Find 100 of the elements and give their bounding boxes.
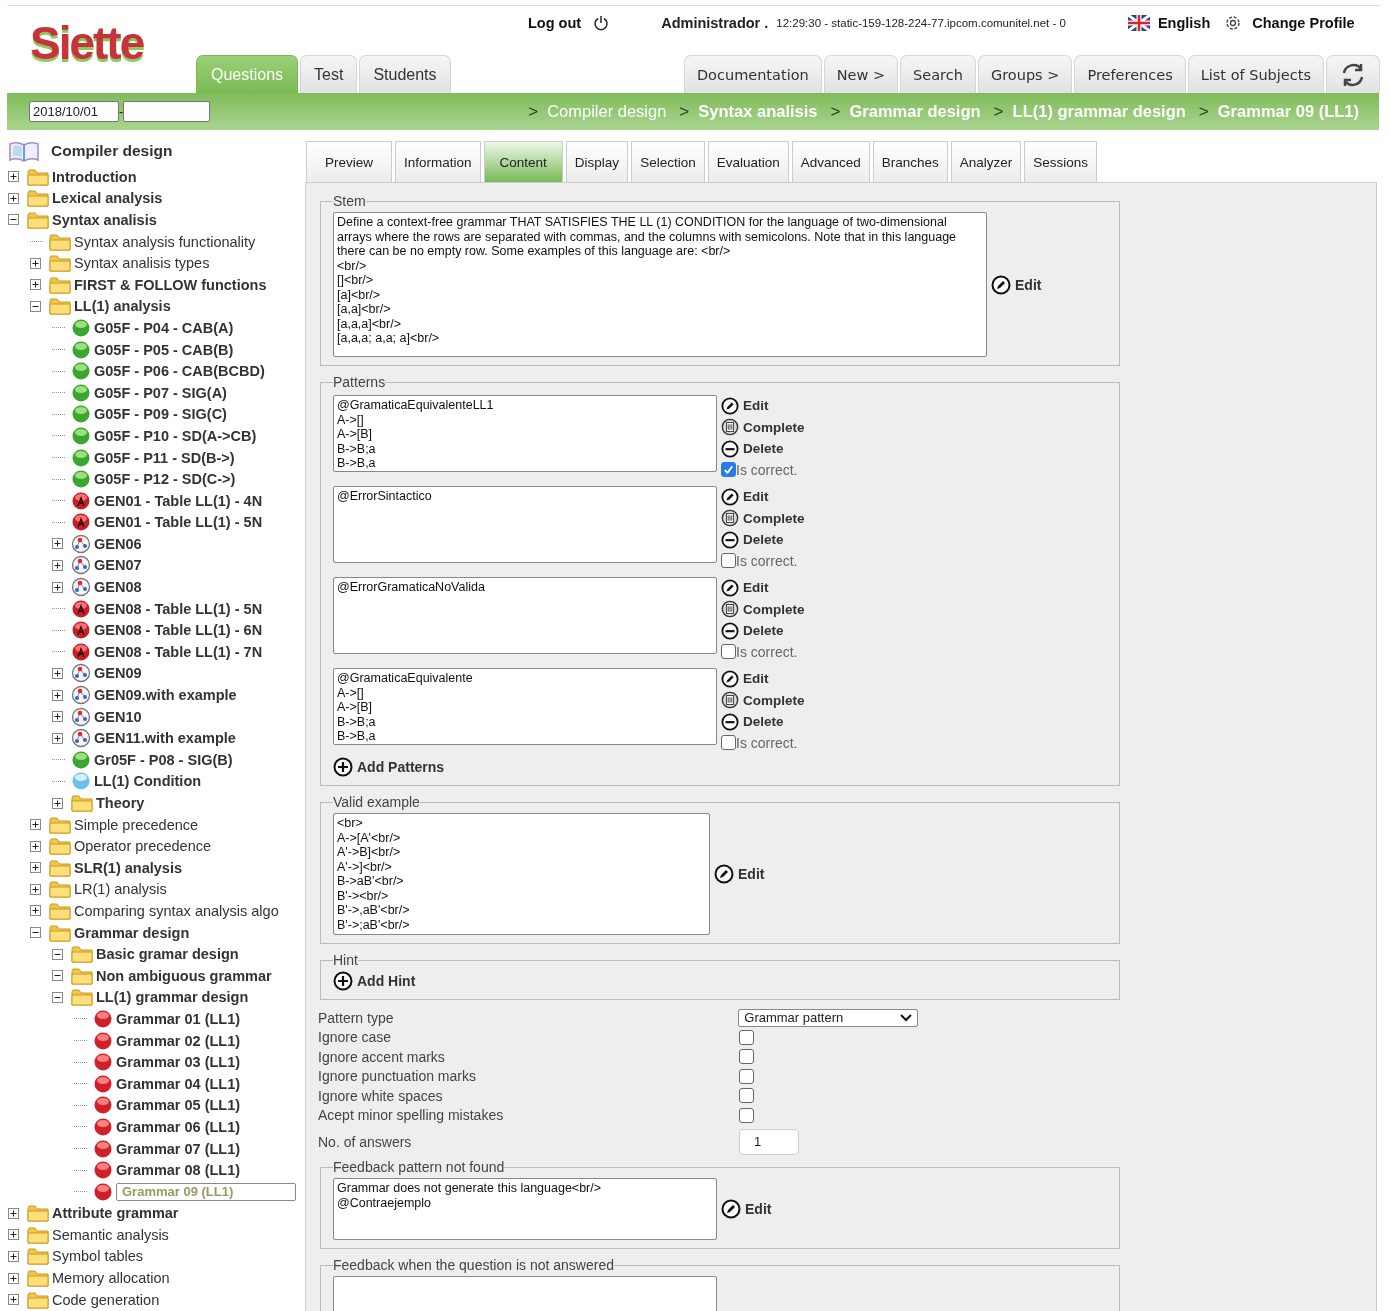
delete-link[interactable]: Delete: [721, 711, 805, 733]
content-tab[interactable]: Information: [395, 141, 481, 182]
tree-item[interactable]: GEN01 - Table LL(1) - 4N: [94, 492, 263, 509]
flag-icon[interactable]: [1127, 15, 1150, 31]
edit-link[interactable]: Edit: [721, 395, 805, 417]
tree-item[interactable]: Grammar 02 (LL1): [116, 1032, 241, 1049]
tree-item[interactable]: GEN09: [94, 665, 142, 682]
power-icon[interactable]: [593, 15, 610, 31]
tree-item[interactable]: Grammar 07 (LL1): [116, 1140, 241, 1157]
option-checkbox[interactable]: [739, 1107, 754, 1123]
tree-item[interactable]: LL(1) Condition: [94, 773, 202, 790]
expand-toggle-icon[interactable]: [30, 300, 41, 312]
tree-item[interactable]: FIRST & FOLLOW functions: [74, 276, 267, 293]
edit-link[interactable]: Edit: [721, 1199, 772, 1219]
tree-item[interactable]: LR(1) analysis: [74, 881, 167, 898]
expand-toggle-icon[interactable]: [30, 883, 41, 895]
content-tab[interactable]: Selection: [631, 141, 705, 182]
content-tab[interactable]: Sessions: [1024, 141, 1098, 182]
pattern-text-area[interactable]: @ErrorGramaticaNoValida: [333, 577, 717, 654]
complete-link[interactable]: Complete: [721, 507, 805, 529]
expand-toggle-icon[interactable]: [52, 689, 63, 701]
expand-toggle-icon[interactable]: [52, 538, 63, 550]
expand-toggle-icon[interactable]: [52, 581, 63, 593]
expand-toggle-icon[interactable]: [30, 905, 41, 917]
menu-tab[interactable]: Search: [900, 55, 976, 93]
expand-toggle-icon[interactable]: [8, 1272, 19, 1284]
tree-item[interactable]: Non ambiguous grammar: [96, 967, 272, 984]
tree-item[interactable]: GEN09.with example: [94, 687, 237, 704]
tree-item[interactable]: Comparing syntax analysis algo: [74, 903, 279, 919]
date-to-field[interactable]: [123, 101, 211, 122]
correct-checkbox[interactable]: [721, 644, 736, 659]
content-tab[interactable]: Preview: [306, 141, 392, 182]
change-profile-link[interactable]: Change Profile: [1252, 15, 1355, 31]
tree-item[interactable]: G05F - P05 - CAB(B): [94, 341, 234, 358]
content-tab[interactable]: Analyzer: [950, 141, 1022, 182]
tree-item[interactable]: Basic gramar design: [96, 946, 239, 963]
complete-link[interactable]: Complete: [721, 689, 805, 711]
main-tab[interactable]: Students: [359, 55, 451, 93]
tree-item[interactable]: Grammar design: [74, 924, 190, 941]
expand-toggle-icon[interactable]: [8, 1207, 19, 1219]
edit-link[interactable]: Edit: [721, 486, 805, 508]
tree-item[interactable]: GEN08: [94, 579, 142, 596]
add-hint-link[interactable]: Add Hint: [333, 971, 1107, 991]
edit-link[interactable]: Edit: [721, 577, 805, 599]
content-tab[interactable]: Branches: [872, 141, 948, 182]
tree-item[interactable]: Grammar 05 (LL1): [116, 1097, 241, 1114]
pattern-text-area[interactable]: @ErrorSintactico: [333, 486, 717, 563]
expand-toggle-icon[interactable]: [30, 862, 41, 874]
expand-toggle-icon[interactable]: [30, 257, 41, 269]
main-tab[interactable]: Test: [300, 55, 358, 93]
tree-item[interactable]: GEN11.with example: [94, 730, 236, 747]
expand-toggle-icon[interactable]: [8, 1294, 19, 1306]
menu-tab[interactable]: List of Subjects: [1187, 55, 1324, 93]
tree-item[interactable]: GEN07: [94, 557, 142, 574]
correct-checkbox[interactable]: [721, 735, 736, 750]
expand-toggle-icon[interactable]: [8, 171, 19, 183]
expand-toggle-icon[interactable]: [30, 840, 41, 852]
tree-item[interactable]: Code generation: [52, 1291, 160, 1308]
stem-text-area[interactable]: Define a context-free grammar THAT SATISFIES THE LL (1) CONDITION for the language of two-dimensional arrays where the rows are separated with commas, and the columns with semicolons. Note that in this language there can be no empty row. Some examples of this language are: <br/> <br/> []<br/> [a]<br/> [a,a]<br/> [a,a,a]<br/> [a,a,a; a,a; a]<br/>: [333, 212, 987, 357]
option-checkbox[interactable]: [739, 1029, 754, 1045]
menu-tab[interactable]: Groups >: [977, 55, 1073, 93]
option-checkbox[interactable]: [739, 1049, 754, 1065]
delete-link[interactable]: Delete: [721, 620, 805, 642]
logout-link[interactable]: Log out: [528, 15, 582, 31]
tree-item[interactable]: GEN08 - Table LL(1) - 6N: [94, 622, 263, 639]
expand-toggle-icon[interactable]: [30, 279, 41, 291]
expand-toggle-icon[interactable]: [30, 819, 41, 831]
content-tab[interactable]: Advanced: [791, 141, 870, 182]
complete-link[interactable]: Complete: [721, 416, 805, 438]
option-checkbox[interactable]: [739, 1088, 754, 1104]
tree-item[interactable]: G05F - P12 - SD(C->): [94, 471, 236, 488]
edit-link[interactable]: Edit: [991, 274, 1042, 295]
menu-tab[interactable]: New >: [823, 55, 899, 93]
expand-toggle-icon[interactable]: [8, 1251, 19, 1262]
tree-item[interactable]: Grammar 08 (LL1): [116, 1162, 241, 1179]
feedback-text-area[interactable]: Grammar does not generate this language<br/> @Contraejemplo: [333, 1178, 717, 1240]
tree-item[interactable]: GEN10: [94, 708, 142, 725]
tree-item[interactable]: Syntax analisis types: [74, 255, 210, 272]
expand-toggle-icon[interactable]: [52, 991, 63, 1003]
tree-item[interactable]: SLR(1) analysis: [74, 859, 182, 876]
tree-item[interactable]: G05F - P10 - SD(A->CB): [94, 427, 257, 444]
example-text-area[interactable]: <br> A->[A'<br/> A'->B]<br/> A'->]<br/> B->aB'<br/> B'-><br/> B'->,aB'<br/> B'->;aB'<br/>: [333, 813, 710, 935]
delete-link[interactable]: Delete: [721, 438, 805, 460]
content-tab[interactable]: Content: [483, 141, 563, 182]
tree-item[interactable]: Gr05F - P08 - SIG(B): [94, 751, 233, 768]
expand-toggle-icon[interactable]: [8, 192, 19, 204]
correct-checkbox[interactable]: [721, 462, 736, 477]
tree-item[interactable]: Simple precedence: [74, 816, 199, 833]
tree-item[interactable]: Memory allocation: [52, 1270, 170, 1287]
expand-toggle-icon[interactable]: [52, 797, 63, 809]
tree-item[interactable]: GEN01 - Table LL(1) - 5N: [94, 514, 263, 531]
tree-item[interactable]: Operator precedence: [74, 838, 212, 855]
pattern-type-select[interactable]: Grammar pattern: [738, 1008, 918, 1027]
menu-tab[interactable]: Preferences: [1074, 55, 1186, 93]
add-patterns-link[interactable]: Add Patterns: [333, 757, 1107, 777]
expand-toggle-icon[interactable]: [52, 948, 63, 960]
tree-item[interactable]: G05F - P11 - SD(B->): [94, 449, 235, 466]
correct-checkbox[interactable]: [721, 553, 736, 568]
content-tab[interactable]: Display: [565, 141, 629, 182]
tree-item[interactable]: Introduction: [52, 168, 137, 185]
